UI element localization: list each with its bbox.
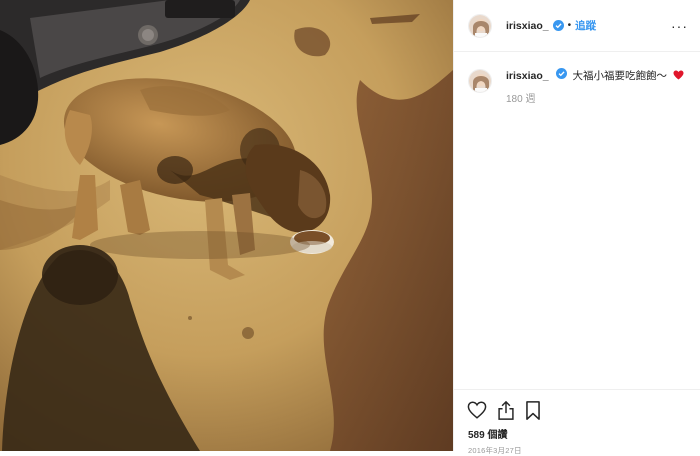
caption-text: 大福小福要吃飽飽～ [572, 70, 667, 82]
bookmark-icon[interactable] [525, 400, 541, 420]
username-link[interactable]: irisxiao_ [506, 20, 549, 32]
post-date[interactable]: 2016年3月27日 [454, 441, 700, 456]
post-header: irisxiao_ • 追蹤 ··· [454, 0, 700, 52]
verified-badge-icon [552, 20, 564, 31]
avatar[interactable] [468, 69, 492, 93]
caption-body: irisxiao_ 大福小福要吃飽飽～ 180 週 [506, 68, 684, 107]
action-icons [454, 390, 700, 420]
post-side-panel: irisxiao_ • 追蹤 ··· irisxiao_ 大福小福要吃飽飽～ 1… [453, 0, 700, 455]
avatar[interactable] [468, 13, 492, 38]
action-bar: 589 個讚 2016年3月27日 [454, 389, 700, 455]
verified-badge-icon [555, 68, 567, 79]
share-icon[interactable] [497, 400, 515, 420]
red-heart-icon [673, 70, 684, 85]
caption-username-link[interactable]: irisxiao_ [506, 70, 549, 82]
separator-dot: • [567, 20, 572, 31]
post-photo[interactable] [0, 0, 453, 451]
likes-count[interactable]: 589 個讚 [454, 420, 700, 441]
more-options-icon[interactable]: ··· [671, 19, 688, 33]
follow-button[interactable]: 追蹤 [575, 18, 596, 33]
caption-row: irisxiao_ 大福小福要吃飽飽～ 180 週 [454, 52, 700, 107]
heart-outline-icon[interactable] [467, 401, 487, 419]
post-age: 180 週 [506, 94, 536, 105]
